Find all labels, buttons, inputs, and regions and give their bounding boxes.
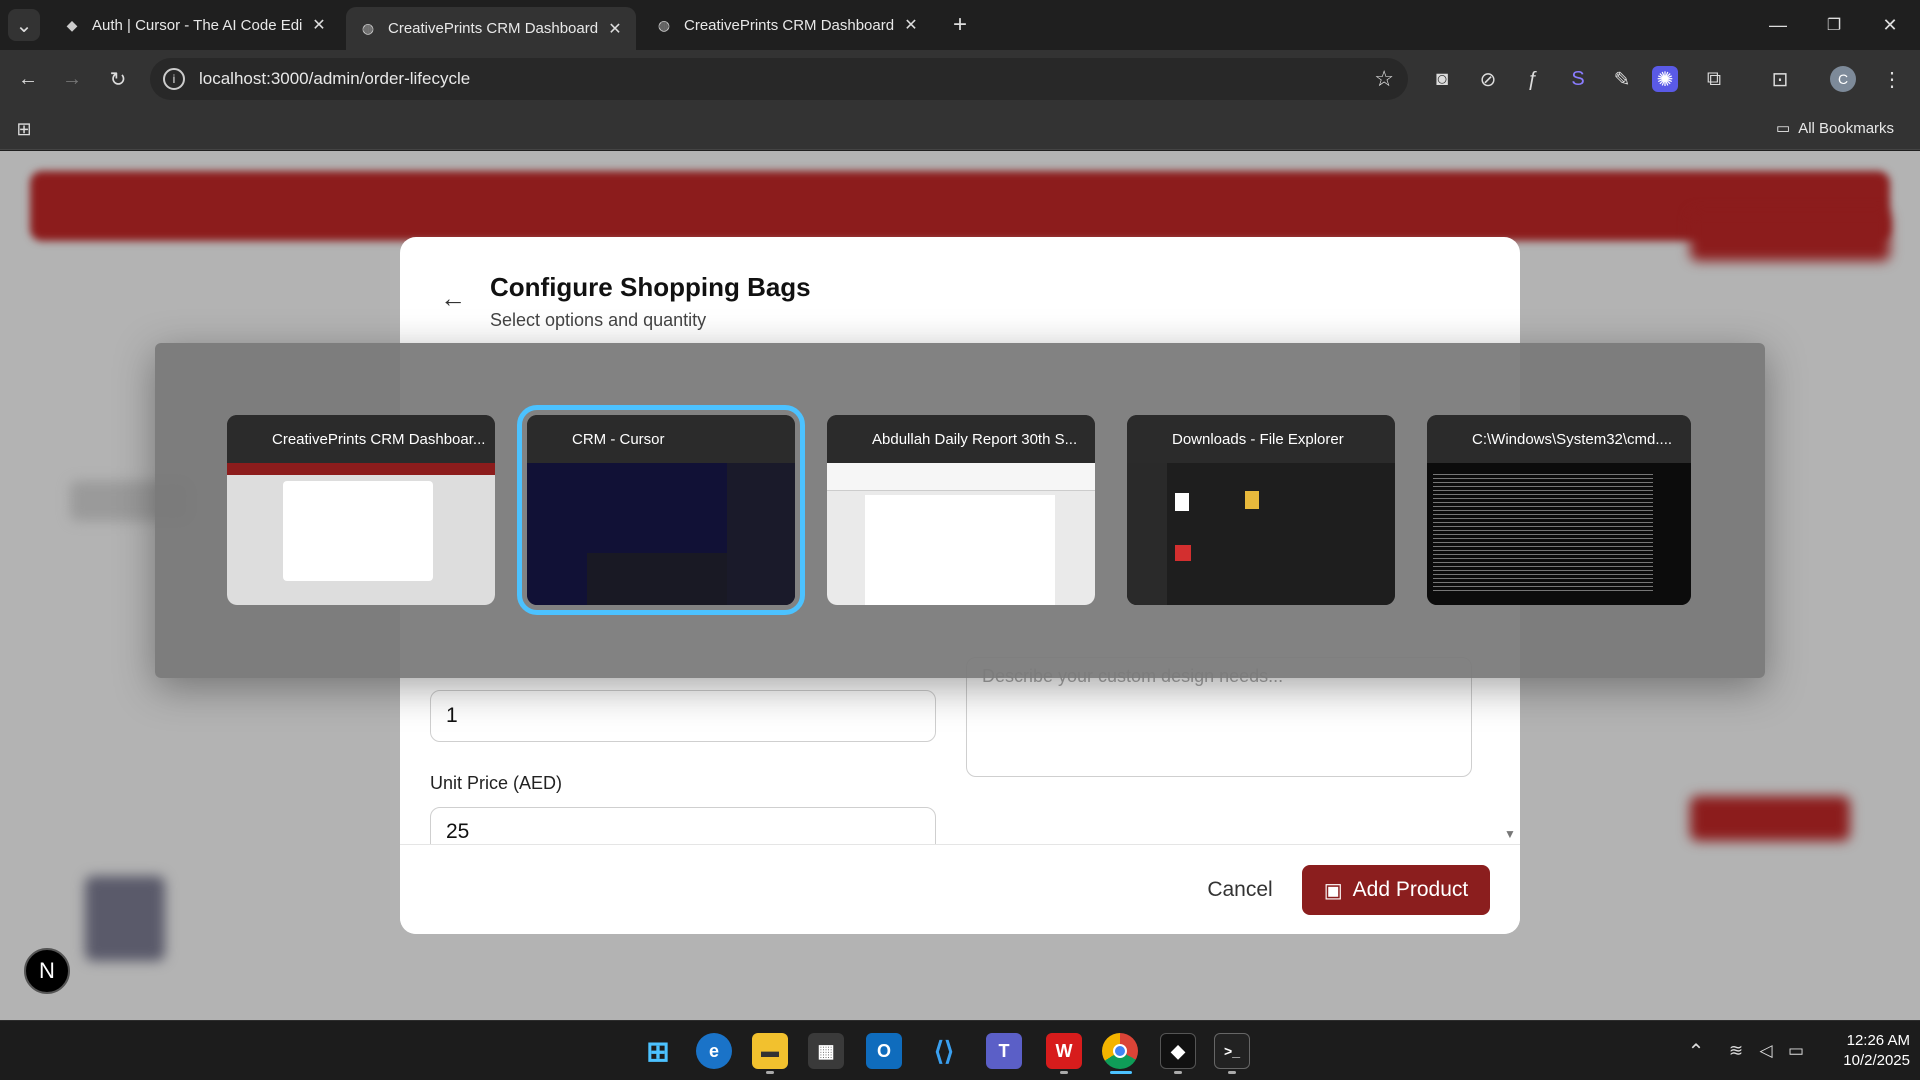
wifi-icon[interactable]: ≋ [1720, 1035, 1752, 1067]
compass-extension-icon[interactable]: ⊘ [1472, 63, 1504, 95]
tab-search-chevron-icon[interactable]: ⌄ [8, 9, 40, 41]
store-icon[interactable]: ▦ [808, 1033, 844, 1069]
globe-icon: ◍ [361, 20, 375, 36]
window-thumbnail [1427, 463, 1691, 605]
show-hidden-icons-chevron[interactable]: ⌃ [1680, 1035, 1712, 1067]
url-bar[interactable]: i localhost:3000/admin/order-lifecycle ☆ [150, 58, 1408, 100]
window-close-icon[interactable]: ✕ [1874, 9, 1906, 41]
teams-icon[interactable]: T [986, 1033, 1022, 1069]
reload-icon[interactable]: ↻ [102, 63, 134, 95]
switcher-window-cmd[interactable]: C:\Windows\System32\cmd.... [1427, 415, 1691, 605]
system-clock[interactable]: 12:26 AM 10/2/2025 [1820, 1031, 1910, 1071]
camera-extension-icon[interactable]: ◙ [1426, 63, 1458, 95]
extensions-puzzle-icon[interactable]: ⧉ [1698, 63, 1730, 95]
cursor-app-icon[interactable]: ◆ [1160, 1033, 1196, 1069]
window-thumbnail [527, 463, 795, 605]
start-windows-icon[interactable]: ⊞ [640, 1033, 676, 1069]
minimize-icon[interactable]: — [1762, 9, 1794, 41]
tab-title: Auth | Cursor - The AI Code Edi [92, 16, 303, 34]
switcher-window-file-explorer[interactable]: Downloads - File Explorer [1127, 415, 1395, 605]
windows-taskbar: ⊞ e ▬ ▦ O ⟨⟩ T W ◆ >_ ⌃ ≋ ◁ ▭ 12:26 AM 1… [0, 1020, 1920, 1080]
add-product-label: Add Product [1352, 878, 1469, 901]
window-thumbnail [227, 463, 495, 605]
nextjs-dev-badge[interactable]: N [24, 948, 70, 994]
edge-icon[interactable]: e [696, 1033, 732, 1069]
header-action-blurred [1690, 211, 1890, 261]
window-title: Abdullah Daily Report 30th S... [872, 430, 1078, 448]
more-menu-icon[interactable]: ⋮ [1876, 63, 1908, 95]
app-header-blurred [30, 171, 1890, 241]
battery-icon[interactable]: ▭ [1780, 1035, 1812, 1067]
globe-icon: ◍ [657, 16, 671, 33]
window-title: CRM - Cursor [572, 430, 665, 448]
site-info-icon[interactable]: i [163, 68, 185, 90]
modal-subtitle: Select options and quantity [490, 310, 707, 330]
switcher-window-cursor[interactable]: CRM - Cursor [517, 405, 805, 615]
modal-title: Configure Shopping Bags [490, 272, 811, 302]
vscode-icon[interactable]: ⟨⟩ [926, 1033, 962, 1069]
close-icon[interactable]: ✕ [900, 15, 922, 35]
all-bookmarks-label: All Bookmarks [1798, 119, 1895, 137]
add-product-button[interactable]: ▣ Add Product [1302, 865, 1490, 915]
profile-avatar[interactable]: C [1830, 66, 1856, 92]
window-thumbnail [827, 463, 1095, 605]
all-bookmarks-button[interactable]: ▭ All Bookmarks [1776, 119, 1895, 138]
address-toolbar: ← → ↻ i localhost:3000/admin/order-lifec… [0, 50, 1920, 108]
function-extension-icon[interactable]: ƒ [1516, 63, 1548, 95]
outlook-icon[interactable]: O [866, 1033, 902, 1069]
eyedropper-extension-icon[interactable]: ✎ [1606, 63, 1638, 95]
switcher-window-report[interactable]: Abdullah Daily Report 30th S... [827, 415, 1095, 605]
window-title: CreativePrints CRM Dashboar... [272, 430, 486, 448]
s-extension-icon[interactable]: S [1562, 63, 1594, 95]
screenshot-icon[interactable]: ⊡ [1764, 63, 1796, 95]
close-icon[interactable]: ✕ [604, 19, 626, 39]
bookmark-star-icon[interactable]: ☆ [1374, 66, 1394, 92]
wps-office-icon[interactable]: W [1046, 1033, 1082, 1069]
tab-crm-dashboard[interactable]: ◍ CreativePrints CRM Dashboard ✕ [642, 7, 932, 43]
scroll-down-icon[interactable]: ▼ [1504, 827, 1516, 841]
file-explorer-icon[interactable]: ▬ [752, 1033, 788, 1069]
window-switcher: CreativePrints CRM Dashboar... CRM - Cur… [155, 343, 1765, 678]
terminal-icon[interactable]: >_ [1214, 1033, 1250, 1069]
window-thumbnail [1127, 463, 1395, 605]
restore-icon[interactable]: ❐ [1818, 9, 1850, 41]
tab-cursor-auth[interactable]: ◆ Auth | Cursor - The AI Code Edi ✕ [50, 7, 340, 43]
cursor-icon: ◆ [66, 16, 78, 33]
url-text[interactable]: localhost:3000/admin/order-lifecycle [199, 69, 470, 89]
browser-tab-bar: ⌄ ◆ Auth | Cursor - The AI Code Edi ✕ ◍ … [0, 0, 1920, 50]
volume-icon[interactable]: ◁ [1750, 1035, 1782, 1067]
new-tab-plus-icon[interactable]: + [944, 9, 976, 41]
apps-grid-icon[interactable]: ⊞ [8, 113, 40, 145]
clock-time: 12:26 AM [1846, 1032, 1910, 1049]
bookmarks-bar: ⊞ ▭ All Bookmarks [0, 108, 1920, 150]
tab-title: CreativePrints CRM Dashboard [388, 20, 599, 37]
unit-price-label: Unit Price (AED) [430, 773, 563, 793]
clock-date: 10/2/2025 [1843, 1052, 1910, 1069]
chrome-icon[interactable] [1102, 1033, 1138, 1069]
ai-extension-icon[interactable]: ✺ [1652, 66, 1678, 92]
product-image-blurred [85, 876, 165, 961]
window-title: Downloads - File Explorer [1172, 430, 1344, 448]
back-arrow-icon[interactable]: ← [12, 63, 44, 95]
close-icon[interactable]: ✕ [308, 15, 330, 35]
back-arrow-icon[interactable]: ← [440, 283, 466, 314]
page-button-blurred [1690, 796, 1850, 841]
switcher-window-crm-dashboard[interactable]: CreativePrints CRM Dashboar... [227, 415, 495, 605]
save-icon: ▣ [1323, 879, 1343, 902]
quantity-input[interactable]: 1 [430, 690, 936, 742]
tab-title: CreativePrints CRM Dashboard [684, 16, 895, 34]
forward-arrow-icon[interactable]: → [56, 63, 88, 95]
tab-crm-dashboard-active[interactable]: ◍ CreativePrints CRM Dashboard ✕ [346, 7, 636, 50]
window-title: C:\Windows\System32\cmd.... [1472, 430, 1673, 448]
cancel-button[interactable]: Cancel [1190, 865, 1290, 915]
folder-icon: ▭ [1776, 120, 1791, 137]
